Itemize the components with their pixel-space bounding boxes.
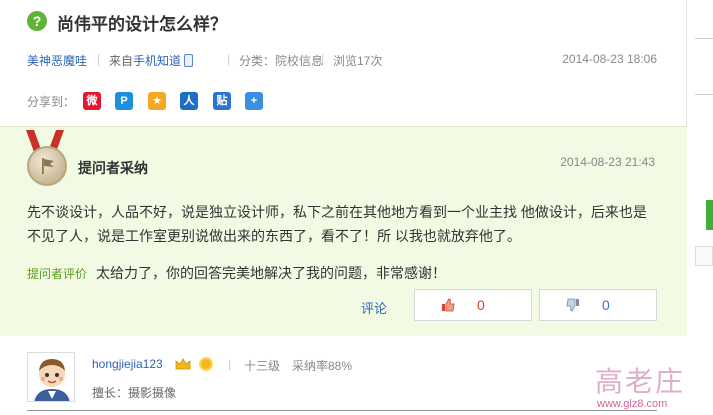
downvote-button[interactable]: 0 (539, 289, 657, 321)
mobile-source-link[interactable]: 手机知道 (133, 54, 181, 68)
share-label: 分享到： (27, 95, 76, 109)
question-meta: 美神恶魔哇 | 来自手机知道 | 分类：院校信息 | 浏览17次 2014-08… (27, 52, 657, 68)
answer-text: 先不谈设计，人品不好，说是独立设计师，私下之前在其他地方看到一个业主找 他做设计… (27, 204, 647, 244)
more-share-icon[interactable]: + (245, 92, 263, 110)
renren-icon[interactable]: 人 (180, 92, 198, 110)
divider (27, 410, 657, 411)
asker-link[interactable]: 美神恶魔哇 (27, 52, 87, 69)
right-sidebar (687, 0, 713, 415)
question-date: 2014-08-23 18:06 (562, 52, 657, 66)
comment-link[interactable]: 评论 (361, 298, 387, 317)
avatar[interactable] (27, 352, 75, 402)
divider (695, 38, 713, 39)
specialty-label: 擅长： (92, 386, 129, 400)
category-link[interactable]: 院校信息 (275, 54, 323, 68)
watermark-title: 高老庄 (595, 365, 686, 398)
question-icon: ? (27, 11, 47, 31)
category-info: 分类：院校信息 (239, 52, 323, 69)
sidebar-box (695, 246, 713, 266)
weibo-icon[interactable]: 微 (83, 92, 101, 110)
sun-badge-icon (199, 357, 213, 371)
answerer-username[interactable]: hongjiejia123 (92, 357, 163, 371)
thumbs-up-icon (442, 298, 455, 312)
qzone-icon[interactable]: P (115, 92, 133, 110)
view-count: 浏览17次 (333, 54, 383, 68)
answerer-info (0, 336, 687, 415)
source-prefix: 来自 (109, 54, 134, 68)
meta-separator: | (97, 52, 101, 66)
divider (695, 94, 713, 95)
watermark-url: www.glz8.com (597, 398, 668, 410)
info-separator: | (228, 357, 232, 371)
page: ? 尚伟平的设计怎么样？ 美神恶魔哇 | 来自手机知道 | 分类：院校信息 | … (0, 0, 713, 415)
main-content: ? 尚伟平的设计怎么样？ 美神恶魔哇 | 来自手机知道 | 分类：院校信息 | … (0, 0, 687, 415)
watermark: 高老庄 www.glz8.com (595, 360, 713, 415)
category-prefix: 分类： (239, 54, 276, 68)
thumbs-down-icon (566, 298, 579, 312)
flag-icon (42, 158, 54, 174)
sidebar-accent (706, 200, 713, 230)
answerer-specialty: 擅长：摄影摄像 (92, 384, 176, 401)
source-info: 来自手机知道 (109, 52, 194, 69)
avatar-image (28, 353, 74, 401)
answerer-accept-rate: 采纳率88% (292, 359, 353, 373)
meta-separator: | (227, 52, 231, 66)
meta-separator: | (321, 52, 325, 66)
answer-date: 2014-08-23 21:43 (560, 155, 655, 169)
asker-evaluation-text: 太给力了，你的回答完美地解决了我的问题，非常感谢！ (96, 265, 446, 281)
crown-icon (175, 358, 191, 370)
specialty-value[interactable]: 摄影摄像 (128, 386, 176, 400)
tieba-icon[interactable]: 贴 (213, 92, 231, 110)
qq-weibo-icon[interactable]: ★ (148, 92, 166, 110)
answerer-level: 十三级 (244, 359, 281, 373)
asker-evaluation-label: 提问者评价 (27, 267, 88, 281)
question-header: ? 尚伟平的设计怎么样？ 美神恶魔哇 | 来自手机知道 | 分类：院校信息 | … (0, 0, 687, 122)
upvote-count: 0 (477, 297, 485, 313)
upvote-button[interactable]: 0 (414, 289, 532, 321)
question-title: 尚伟平的设计怎么样？ (57, 15, 227, 34)
phone-icon (184, 54, 194, 67)
medal-icon (27, 146, 67, 186)
best-answer-label: 提问者采纳 (78, 160, 148, 176)
downvote-count: 0 (602, 297, 610, 313)
